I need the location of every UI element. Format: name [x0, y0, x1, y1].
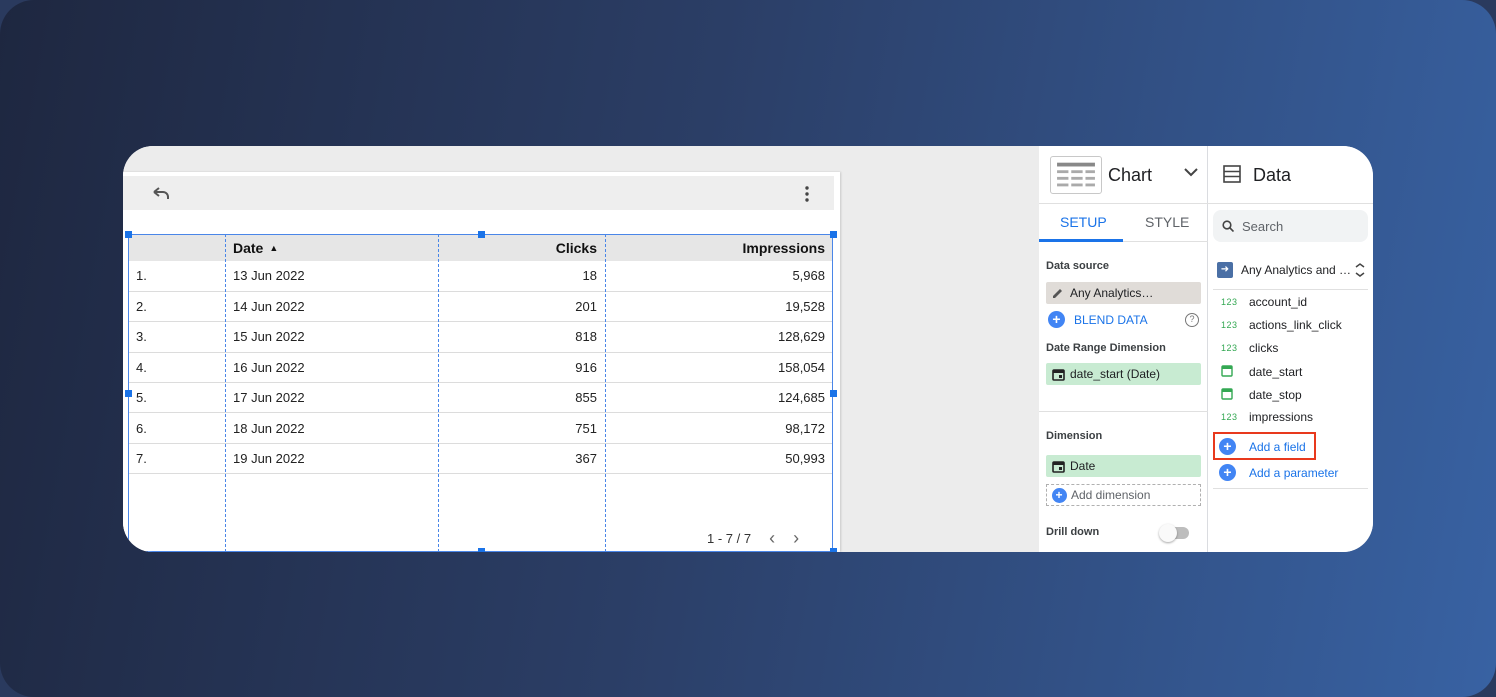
field-item[interactable]: date_start [1221, 364, 1302, 380]
field-name: actions_link_click [1249, 318, 1342, 332]
calendar-icon [1046, 455, 1070, 477]
panel-tabs: SETUP STYLE [1039, 204, 1208, 242]
date-type-icon [1221, 387, 1249, 403]
data-panel: Data Search ➜ Any Analytics and … 123 ac… [1208, 146, 1373, 552]
number-type-icon: 123 [1221, 412, 1238, 422]
search-icon [1222, 220, 1234, 232]
add-dimension-label: Add dimension [1071, 488, 1151, 502]
report-page[interactable]: Date ▲ Clicks Impressions 1. 13 Jun 2022 … [123, 172, 840, 552]
app-window: Date ▲ Clicks Impressions 1. 13 Jun 2022 … [123, 146, 1373, 552]
field-item[interactable]: 123 clicks [1221, 341, 1278, 355]
field-item[interactable]: date_stop [1221, 387, 1302, 403]
undo-icon[interactable] [151, 186, 171, 202]
dimension-value: Date [1070, 459, 1096, 473]
blend-data-label: BLEND DATA [1074, 312, 1148, 327]
date-range-value: date_start (Date) [1070, 367, 1161, 381]
field-item[interactable]: 123 actions_link_click [1221, 318, 1342, 332]
number-type-icon: 123 [1221, 343, 1238, 353]
toggle-knob [1159, 524, 1177, 542]
chevron-down-icon[interactable] [1183, 164, 1199, 180]
field-name: date_stop [1249, 388, 1302, 402]
section-divider [1213, 488, 1368, 489]
resize-handle[interactable] [125, 390, 132, 397]
resize-handle[interactable] [830, 390, 837, 397]
data-source-title: Any Analytics and … [1241, 263, 1352, 277]
calendar-icon [1046, 363, 1070, 385]
search-placeholder: Search [1242, 218, 1284, 234]
add-circle-icon: + [1047, 487, 1071, 503]
add-parameter-label: Add a parameter [1249, 465, 1339, 480]
add-parameter-button[interactable]: + Add a parameter [1219, 464, 1338, 481]
resize-handle[interactable] [478, 548, 485, 552]
data-source-name: Any Analytics… [1070, 286, 1154, 300]
chart-type-header[interactable]: Chart [1039, 146, 1208, 204]
field-name: impressions [1249, 410, 1314, 424]
add-circle-icon: + [1048, 311, 1065, 328]
dimension-label: Dimension [1046, 430, 1103, 442]
data-source-selector[interactable]: ➜ Any Analytics and … [1217, 260, 1367, 280]
dimension-chip[interactable]: Date [1046, 455, 1201, 477]
date-range-label: Date Range Dimension [1046, 342, 1166, 354]
data-source-label: Data source [1046, 260, 1109, 272]
date-type-icon [1221, 364, 1249, 380]
resize-handle[interactable] [830, 548, 837, 552]
help-icon[interactable]: ? [1185, 313, 1199, 327]
resize-handle[interactable] [830, 231, 837, 238]
pagination-label: 1 - 7 / 7 [707, 531, 752, 546]
pencil-icon[interactable] [1046, 282, 1070, 304]
field-name: account_id [1249, 295, 1308, 309]
expand-collapse-icon[interactable] [1355, 263, 1365, 277]
field-search-input[interactable]: Search [1213, 210, 1368, 242]
drill-down-label: Drill down [1046, 526, 1100, 538]
report-canvas[interactable]: Date ▲ Clicks Impressions 1. 13 Jun 2022 … [123, 146, 1039, 552]
field-item[interactable]: 123 account_id [1221, 295, 1307, 309]
resize-handle[interactable] [125, 231, 132, 238]
blend-data-button[interactable]: + BLEND DATA [1048, 311, 1148, 328]
background: Date ▲ Clicks Impressions 1. 13 Jun 2022 … [0, 0, 1496, 697]
number-type-icon: 123 [1221, 320, 1238, 330]
prev-page-icon[interactable]: ‹ [769, 528, 775, 549]
date-range-chip[interactable]: date_start (Date) [1046, 363, 1201, 385]
active-tab-indicator [1039, 239, 1123, 242]
add-dimension-button[interactable]: + Add dimension [1046, 484, 1201, 506]
chart-title: Chart [1108, 165, 1153, 185]
data-panel-header: Data [1208, 146, 1373, 204]
resize-handle[interactable] [478, 231, 485, 238]
tab-style[interactable]: STYLE [1145, 214, 1189, 230]
data-source-chip[interactable]: Any Analytics… [1046, 282, 1201, 304]
tab-setup[interactable]: SETUP [1060, 214, 1107, 230]
more-vert-icon[interactable] [801, 185, 813, 203]
number-type-icon: 123 [1221, 297, 1238, 307]
data-panel-title: Data [1253, 165, 1292, 185]
field-item[interactable]: 123 impressions [1221, 410, 1313, 424]
resize-handle[interactable] [125, 548, 132, 552]
drill-down-toggle[interactable] [1159, 524, 1189, 542]
section-divider [1039, 411, 1208, 412]
section-divider [1213, 289, 1368, 290]
selection-frame [128, 234, 833, 552]
add-circle-icon: + [1219, 464, 1236, 481]
field-name: clicks [1249, 341, 1279, 355]
next-page-icon[interactable]: › [793, 528, 799, 549]
table-chart-icon[interactable] [1050, 156, 1102, 194]
data-source-icon: ➜ [1217, 262, 1233, 278]
field-name: date_start [1249, 365, 1303, 379]
properties-panel: Chart SETUP STYLE Data source Any Analyt… [1039, 146, 1208, 552]
table-toolbar [123, 176, 834, 210]
database-icon [1223, 165, 1241, 183]
highlight-box [1213, 432, 1316, 460]
pagination: 1 - 7 / 7 ‹ › [707, 528, 799, 549]
